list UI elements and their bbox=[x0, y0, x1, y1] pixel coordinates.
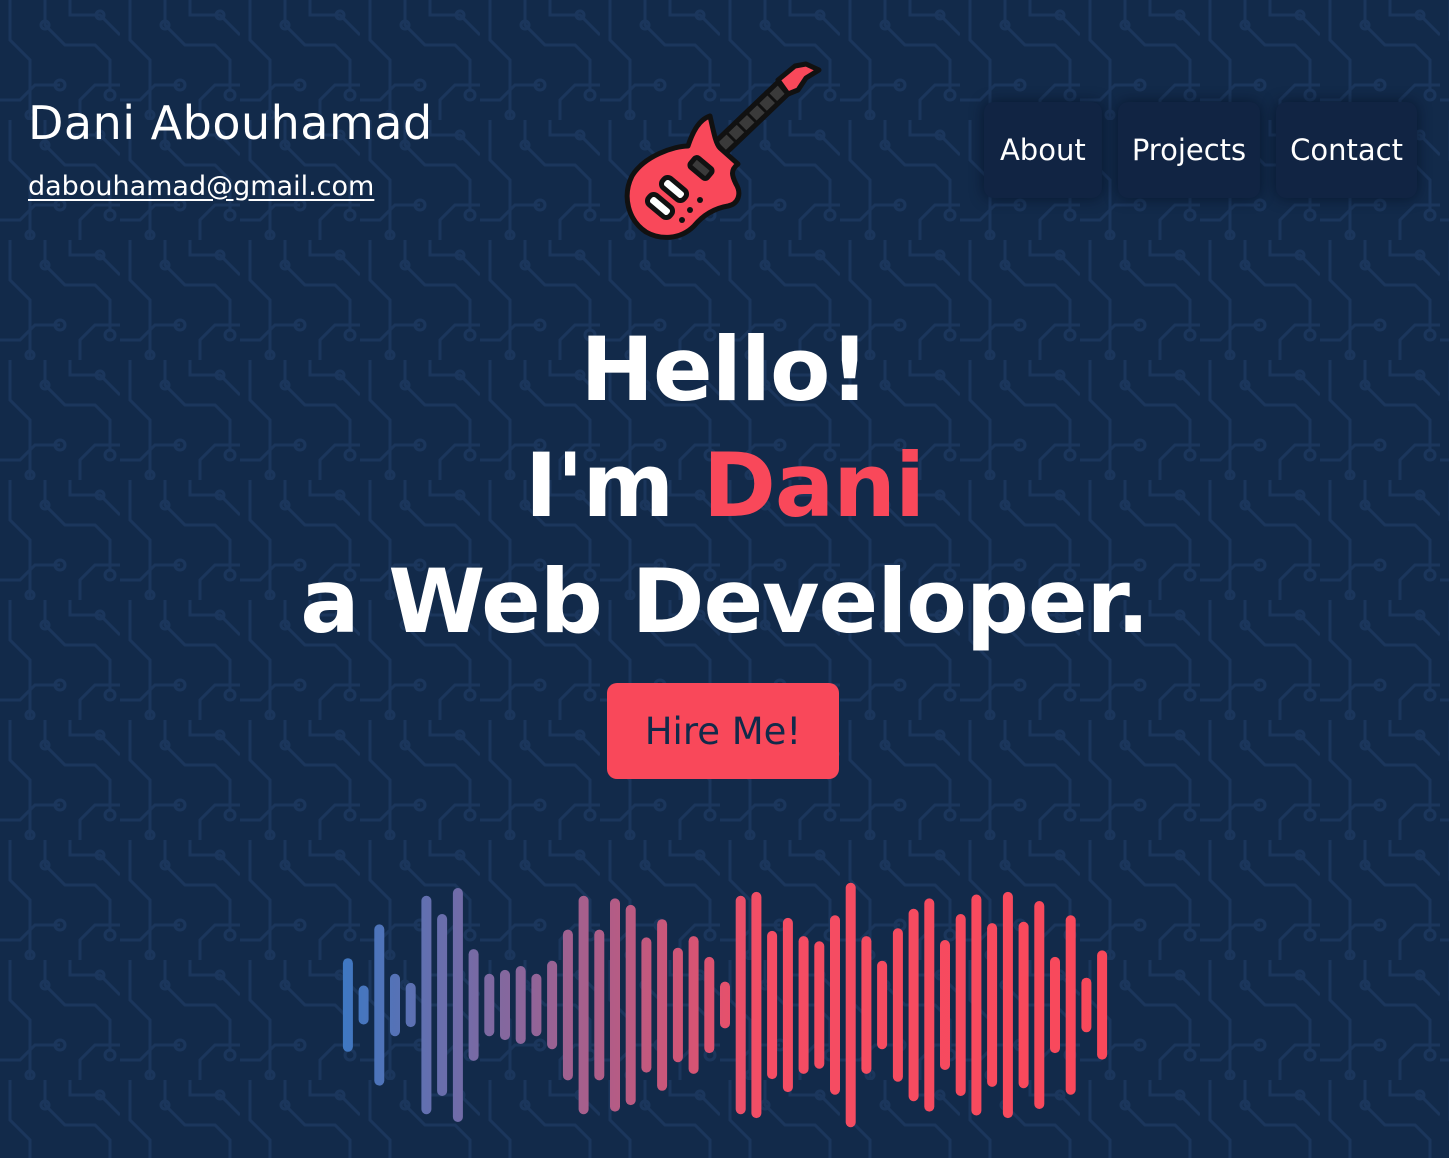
waveform-bar bbox=[390, 973, 400, 1037]
waveform-bar bbox=[877, 960, 888, 1050]
waveform-bar bbox=[1065, 915, 1076, 1095]
waveform-bar bbox=[1002, 891, 1013, 1119]
waveform-bar bbox=[547, 960, 558, 1050]
waveform-bar bbox=[500, 969, 510, 1041]
waveform-bar bbox=[798, 936, 809, 1074]
email-link[interactable]: dabouhamad@gmail.com bbox=[28, 171, 374, 202]
audio-waveform-icon bbox=[342, 882, 1108, 1128]
waveform-bar bbox=[625, 904, 636, 1106]
waveform-bar bbox=[578, 895, 589, 1115]
waveform-bar bbox=[358, 985, 369, 1025]
hero-intro-prefix: I'm bbox=[524, 434, 703, 537]
site-owner-name: Dani Abouhamad bbox=[28, 96, 433, 150]
waveform-bar bbox=[704, 956, 715, 1054]
waveform-bar bbox=[1034, 901, 1045, 1109]
hero-intro: I'm Dani bbox=[0, 428, 1449, 544]
waveform-bar bbox=[814, 941, 825, 1069]
waveform-bar bbox=[594, 929, 605, 1081]
hero-heading: Hello! I'm Dani a Web Developer. bbox=[0, 312, 1449, 660]
waveform-bar bbox=[955, 914, 966, 1096]
waveform-bar bbox=[892, 928, 903, 1082]
waveform-bar bbox=[421, 895, 432, 1115]
waveform-bar bbox=[468, 949, 479, 1061]
waveform-bar bbox=[735, 895, 746, 1115]
waveform-bar bbox=[830, 915, 840, 1095]
nav-item-projects[interactable]: Projects bbox=[1117, 102, 1261, 198]
waveform-bar bbox=[987, 923, 998, 1087]
waveform-bar bbox=[437, 914, 448, 1096]
waveform-bar bbox=[720, 981, 730, 1029]
waveform-bar bbox=[861, 936, 872, 1074]
brand: Dani Abouhamad dabouhamad@gmail.com bbox=[28, 98, 433, 202]
waveform-bar bbox=[610, 898, 620, 1112]
waveform-bar bbox=[751, 891, 762, 1119]
waveform-bar bbox=[1018, 921, 1029, 1089]
waveform-bar bbox=[657, 919, 668, 1091]
waveform-bar bbox=[484, 973, 495, 1037]
waveform-bar bbox=[1097, 950, 1108, 1060]
hero-role: a Web Developer. bbox=[300, 550, 1150, 653]
nav-item-about[interactable]: About bbox=[983, 102, 1102, 198]
waveform-bar bbox=[845, 882, 856, 1128]
waveform-bar bbox=[405, 982, 416, 1028]
waveform-bar bbox=[971, 894, 982, 1116]
waveform-bar bbox=[342, 958, 353, 1052]
waveform-bar bbox=[531, 973, 542, 1037]
main-nav: About Projects Contact bbox=[983, 102, 1417, 198]
waveform-bar bbox=[688, 936, 699, 1074]
waveform-bar bbox=[641, 937, 652, 1073]
waveform-bar bbox=[562, 929, 573, 1081]
waveform-bar bbox=[940, 940, 950, 1070]
waveform-bar bbox=[1050, 956, 1060, 1054]
waveform-bar bbox=[374, 924, 385, 1086]
waveform-bar bbox=[672, 947, 683, 1063]
electric-guitar-icon[interactable] bbox=[620, 58, 825, 248]
waveform-bar bbox=[767, 930, 778, 1080]
waveform-bar bbox=[782, 917, 793, 1093]
hero-name-highlight: Dani bbox=[702, 434, 925, 537]
waveform-bar bbox=[452, 888, 463, 1122]
waveform-bar bbox=[908, 908, 919, 1102]
waveform-bar bbox=[924, 898, 935, 1112]
waveform-bar bbox=[1081, 977, 1092, 1033]
nav-item-contact[interactable]: Contact bbox=[1276, 102, 1417, 198]
hire-me-button[interactable]: Hire Me! bbox=[607, 683, 839, 779]
hero-greeting: Hello! bbox=[580, 318, 869, 421]
waveform-bar bbox=[515, 966, 526, 1044]
